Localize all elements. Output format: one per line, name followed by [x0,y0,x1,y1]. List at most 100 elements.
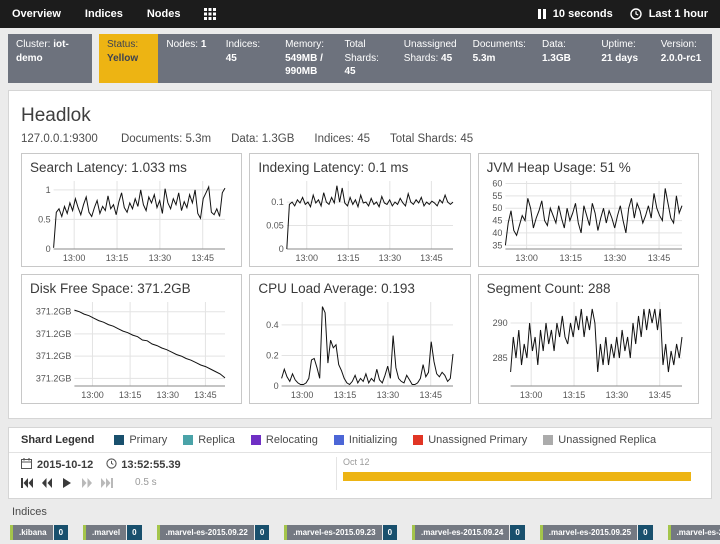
timeline-track[interactable]: Oct 12 [336,457,699,490]
badge-shard-count: 0 [638,525,652,540]
time-range-selector[interactable]: Last 1 hour [649,8,708,20]
svg-text:13:30: 13:30 [149,253,172,263]
legend-label: Relocating [266,434,318,446]
cluster-stat-version: Version: 2.0.0-rc1 [653,34,712,83]
cluster-stat-unassigned-shards: Unassigned Shards: 45 [396,34,465,83]
chart-plot-jvm-heap-usage: 13:0013:1513:3013:45605550454035 [487,176,690,264]
calendar-icon [21,458,32,472]
nav-nodes[interactable]: Nodes [147,8,181,20]
index-badge-marvel-es-2015-09-25[interactable]: .marvel-es-2015.09.250 [540,525,653,540]
step-back-button[interactable] [41,478,53,488]
timeline-bar[interactable] [343,472,691,481]
stat-value: 45 [441,53,452,64]
legend-item-initializing: Initializing [334,434,397,446]
svg-text:285: 285 [492,353,507,363]
cluster-status-segment[interactable]: Status: Yellow [99,34,158,83]
svg-text:13:00: 13:00 [515,253,538,263]
svg-text:13:15: 13:15 [337,253,360,263]
legend-swatch-unassigned-replica [543,435,553,445]
cluster-stat-indices: Indices: 45 [218,34,277,83]
svg-text:13:00: 13:00 [63,253,86,263]
legend-label: Unassigned Primary [428,434,527,446]
cluster-stat-uptime: Uptime: 21 days [593,34,652,83]
timeline-range-label: Oct 12 [343,457,695,469]
play-button[interactable] [61,478,73,488]
cluster-name-segment[interactable]: Cluster: iot-demo [8,34,92,83]
chart-svg-search-latency: 13:0013:1513:3013:4510.50 [30,176,233,264]
chart-title-disk-free-space: Disk Free Space: 371.2GB [30,281,233,296]
chart-plot-cpu-load-average: 13:0013:1513:3013:450.40.20 [258,297,461,401]
svg-text:45: 45 [492,215,502,225]
node-meta: 127.0.0.1:9300 Documents: 5.3mData: 1.3G… [21,133,699,145]
cluster-stats-bar: Cluster: iot-demo Status: Yellow Nodes: … [8,34,712,83]
node-stat: Total Shards: 45 [390,133,473,145]
svg-text:0.5: 0.5 [38,214,51,224]
step-forward-button[interactable] [81,478,93,488]
pause-icon[interactable] [538,9,546,19]
svg-text:0.4: 0.4 [266,319,279,329]
cluster-stat-data: Data: 1.3GB [534,34,593,83]
nav-indices[interactable]: Indices [85,8,123,20]
svg-text:0.1: 0.1 [272,197,285,207]
legend-swatch-relocating [251,435,261,445]
svg-text:55: 55 [492,190,502,200]
index-badge-marvel-es-2015-09-22[interactable]: .marvel-es-2015.09.220 [157,525,270,540]
svg-text:40: 40 [492,227,502,237]
apps-grid-icon[interactable] [204,8,216,20]
skip-to-start-button[interactable] [21,478,33,488]
chart-plot-indexing-latency: 13:0013:1513:3013:450.10.050 [258,176,461,264]
refresh-interval[interactable]: 10 seconds [553,8,613,20]
indices-badges: .kibana0.marvel0.marvel-es-2015.09.220.m… [10,525,710,544]
stat-value: 2.0.0-rc1 [661,53,702,64]
timeline-date[interactable]: 2015-10-12 [37,459,93,471]
stat-value: 21 days [601,53,638,64]
cluster-label: Cluster: [16,39,50,50]
svg-text:60: 60 [492,178,502,188]
chart-panel-jvm-heap-usage: JVM Heap Usage: 51 %13:0013:1513:3013:45… [478,153,699,267]
svg-text:13:30: 13:30 [379,253,402,263]
stat-label: Total Shards: [344,39,378,64]
legend-swatch-unassigned-primary [413,435,423,445]
stat-label: Uptime: [601,39,635,50]
clock-icon [630,8,642,20]
stat-value: 1 [201,39,207,50]
node-address: 127.0.0.1:9300 [21,133,98,145]
skip-to-end-button[interactable] [101,478,113,488]
index-badge-marvel[interactable]: .marvel0 [83,525,141,540]
index-badge-marvel-es-2015-09-24[interactable]: .marvel-es-2015.09.240 [412,525,525,540]
cluster-stat-memory: Memory: 549MB / 990MB [277,34,336,83]
legend-item-primary: Primary [114,434,167,446]
svg-text:0: 0 [274,381,279,391]
legend-item-unassigned-replica: Unassigned Replica [543,434,656,446]
chart-panel-indexing-latency: Indexing Latency: 0.1 ms13:0013:1513:301… [249,153,470,267]
stat-value: 45 [344,66,355,77]
stat-label: Version: [661,39,697,50]
chart-panel-search-latency: Search Latency: 1.033 ms13:0013:1513:301… [21,153,242,267]
nav-overview[interactable]: Overview [12,8,61,20]
svg-text:50: 50 [492,203,502,213]
svg-text:13:15: 13:15 [106,253,129,263]
chart-plot-search-latency: 13:0013:1513:3013:4510.50 [30,176,233,264]
svg-text:371.2GB: 371.2GB [36,373,72,383]
stat-label: Data: [542,39,566,50]
index-badge-kibana[interactable]: .kibana0 [10,525,68,540]
svg-text:13:45: 13:45 [191,253,214,263]
playback-speed[interactable]: 0.5 s [135,477,157,488]
badge-index-name: .marvel-es-2015.09.26 [671,525,720,540]
chart-panel-disk-free-space: Disk Free Space: 371.2GB13:0013:1513:301… [21,274,242,404]
stat-label: Memory: [285,39,324,50]
top-nav: Overview Indices Nodes 10 seconds Last 1… [0,0,720,28]
chart-title-indexing-latency: Indexing Latency: 0.1 ms [258,160,461,175]
node-name[interactable]: Headlok [21,105,699,127]
index-badge-marvel-es-2015-09-26[interactable]: .marvel-es-2015.09.260 [668,525,720,540]
badge-index-name: .marvel-es-2015.09.23 [287,525,381,540]
status-value: Yellow [107,53,138,64]
index-badge-marvel-es-2015-09-23[interactable]: .marvel-es-2015.09.230 [284,525,397,540]
timeline-time[interactable]: 13:52:55.39 [121,459,180,471]
badge-shard-count: 0 [510,525,524,540]
node-stat: Indices: 45 [314,133,370,145]
legend-label: Primary [129,434,167,446]
stat-label: Documents: [473,39,526,50]
cluster-stats-group: Status: Yellow Nodes: 1Indices: 45Memory… [99,34,712,83]
badge-index-name: .marvel-es-2015.09.22 [160,525,254,540]
